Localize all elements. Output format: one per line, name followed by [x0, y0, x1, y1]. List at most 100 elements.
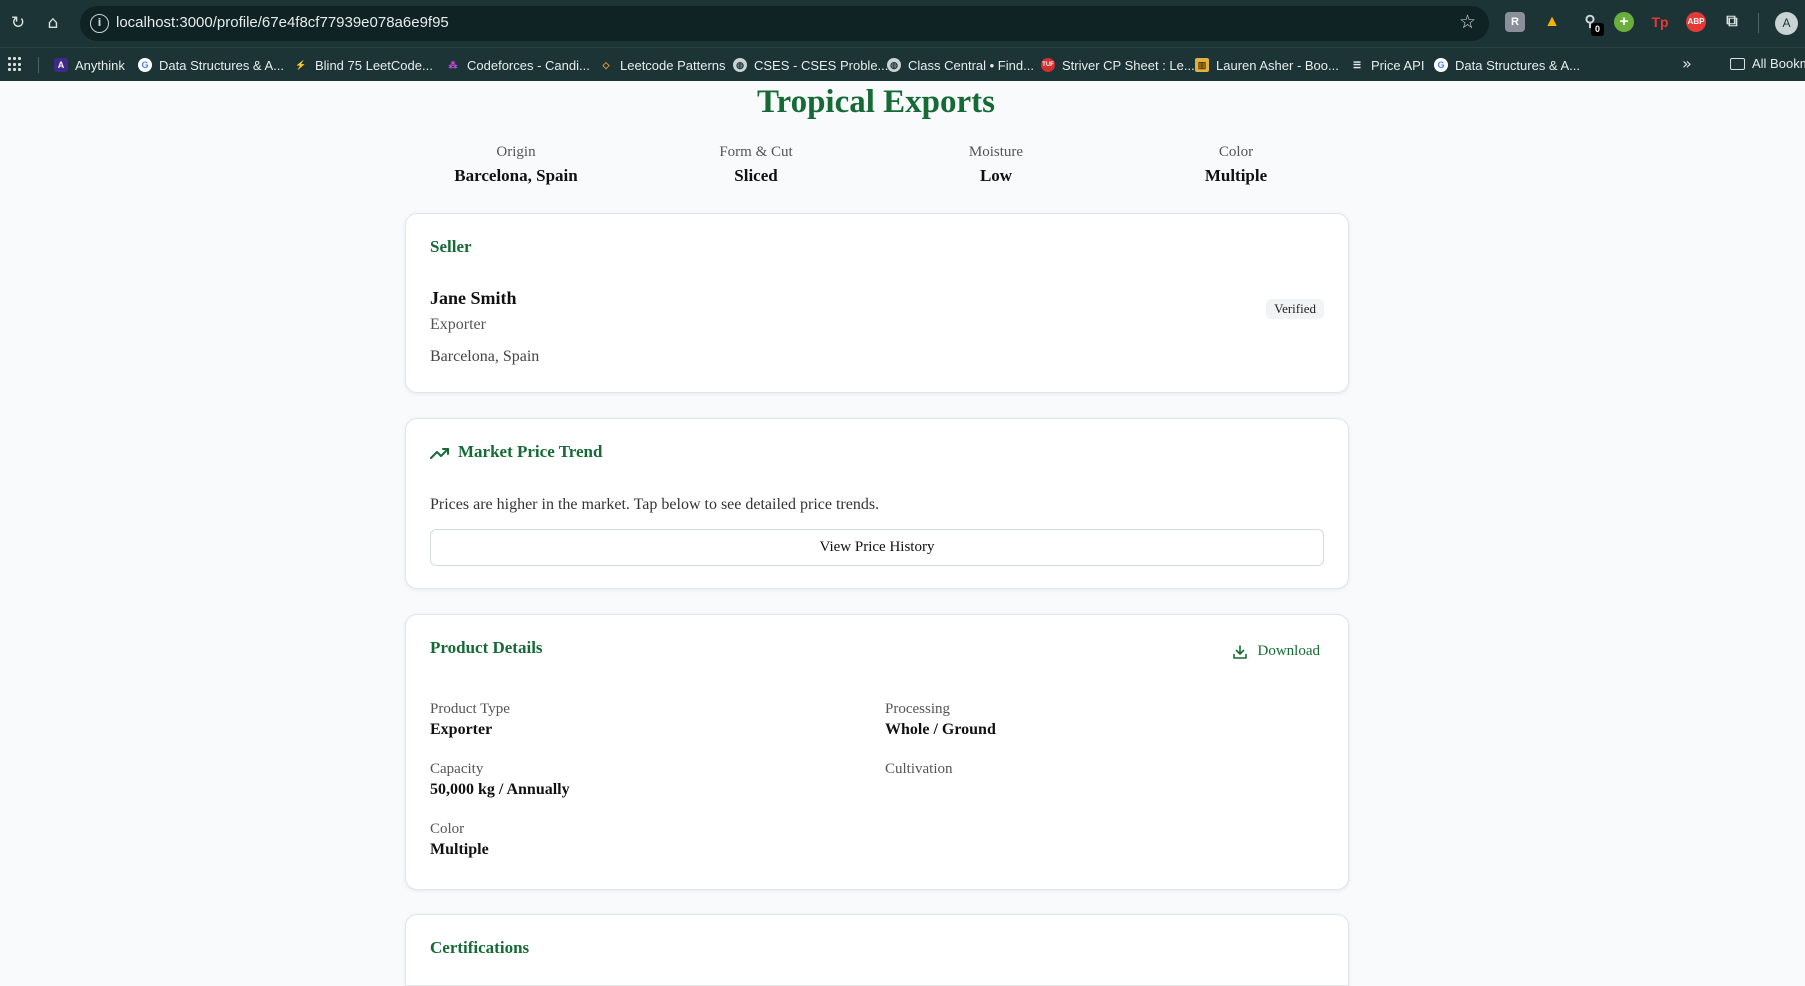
detail-processing: Processing Whole / Ground: [885, 701, 996, 739]
bookmark-label: Data Structures & A...: [1455, 57, 1580, 73]
detail-label: Cultivation: [885, 761, 953, 777]
tuf-favicon-icon: TUF: [1041, 58, 1055, 72]
market-price-card: Market Price Trend Prices are higher in …: [405, 418, 1349, 589]
bookmark-item[interactable]: ◇ Leetcode Patterns: [599, 56, 726, 74]
bookmark-item[interactable]: G Data Structures & A...: [1434, 56, 1580, 74]
folder-icon: [1730, 57, 1745, 70]
seller-heading: Seller: [430, 237, 472, 256]
bookmark-label: Blind 75 LeetCode...: [315, 57, 433, 73]
bookmark-item[interactable]: ⚡ Blind 75 LeetCode...: [294, 56, 433, 74]
bookmark-item[interactable]: G Data Structures & A...: [138, 56, 284, 74]
bookmark-star-icon[interactable]: ☆: [1459, 11, 1476, 33]
seller-role: Exporter: [430, 316, 486, 333]
product-details-card: Product Details Download Product Type Ex…: [405, 614, 1349, 890]
google-favicon-icon: G: [1434, 58, 1448, 72]
detail-label: Capacity: [430, 761, 484, 777]
market-heading: Market Price Trend: [458, 442, 603, 461]
bookmark-item[interactable]: ▥ Lauren Asher - Boo...: [1195, 56, 1339, 74]
browser-toolbar: ↻ ⌂ i localhost:3000/profile/67e4f8cf779…: [0, 0, 1805, 47]
stat-label: Origin: [496, 144, 536, 160]
market-description: Prices are higher in the market. Tap bel…: [430, 496, 880, 513]
stat-label: Color: [1218, 144, 1254, 160]
bookmark-label: Price API: [1371, 57, 1425, 73]
site-info-icon[interactable]: i: [90, 14, 109, 33]
bookmark-label: Lauren Asher - Boo...: [1216, 57, 1339, 73]
extension-icon[interactable]: ⚲ 0: [1580, 12, 1604, 36]
stat-color: Color Multiple: [1116, 144, 1356, 186]
all-bookmarks-label: All Bookm: [1752, 56, 1805, 71]
all-bookmarks-button[interactable]: All Bookm: [1730, 56, 1805, 71]
codeforces-favicon-icon: ⁂: [448, 60, 458, 70]
bookmark-label: Striver CP Sheet : Le...: [1062, 57, 1195, 73]
download-label: Download: [1257, 643, 1321, 659]
bookmark-label: Data Structures & A...: [159, 57, 284, 73]
profile-avatar[interactable]: A: [1775, 12, 1798, 35]
url-text[interactable]: localhost:3000/profile/67e4f8cf77939e078…: [116, 14, 449, 31]
bookmark-item[interactable]: ◍ CSES - CSES Proble...: [733, 56, 888, 74]
stat-value: Low: [979, 166, 1013, 185]
detail-label: Product Type: [430, 701, 510, 717]
stat-value: Multiple: [1204, 166, 1268, 185]
stat-value: Barcelona, Spain: [454, 166, 578, 185]
detail-product-type: Product Type Exporter: [430, 701, 510, 739]
add-icon[interactable]: +: [1614, 12, 1634, 32]
detail-cultivation: Cultivation: [885, 761, 953, 781]
extension-icon[interactable]: R: [1505, 12, 1525, 32]
detail-capacity: Capacity 50,000 kg / Annually: [430, 761, 570, 799]
anythink-favicon-icon: A: [54, 58, 68, 72]
bookmark-label: Codeforces - Candi...: [467, 57, 590, 73]
tp-extension-icon[interactable]: Tp: [1650, 12, 1670, 32]
product-heading: Product Details: [430, 638, 543, 657]
verified-badge: Verified: [1266, 299, 1324, 319]
seller-location: Barcelona, Spain: [430, 348, 540, 365]
stat-label: Form & Cut: [719, 144, 793, 160]
download-button[interactable]: Download: [1232, 643, 1321, 660]
detail-label: Color: [430, 821, 465, 837]
books-favicon-icon: ▥: [1195, 58, 1209, 72]
page-title: Tropical Exports: [756, 84, 996, 120]
bookmarks-bar: A Anythink G Data Structures & A... ⚡ Bl…: [0, 47, 1805, 81]
stat-label: Moisture: [968, 144, 1024, 160]
bookmark-label: Leetcode Patterns: [620, 57, 726, 73]
bookmark-item[interactable]: ☰ Price API: [1350, 56, 1425, 74]
seller-card: Seller Jane Smith Exporter Barcelona, Sp…: [405, 213, 1349, 393]
trending-up-icon: [430, 448, 449, 459]
stat-form-cut: Form & Cut Sliced: [636, 144, 876, 186]
certifications-card: Certifications: [405, 914, 1349, 986]
detail-label: Processing: [885, 701, 950, 717]
view-price-history-button[interactable]: View Price History: [430, 529, 1324, 566]
bookmarks-divider: [38, 57, 39, 73]
bookmark-item[interactable]: TUF Striver CP Sheet : Le...: [1041, 56, 1195, 74]
drive-icon[interactable]: ▲: [1542, 12, 1562, 32]
detail-value: Whole / Ground: [885, 721, 996, 738]
detail-value: Exporter: [430, 721, 493, 738]
google-favicon-icon: G: [138, 58, 152, 72]
detail-value: 50,000 kg / Annually: [430, 781, 570, 798]
extension-badge: 0: [1591, 23, 1604, 36]
seller-name: Jane Smith: [430, 288, 517, 308]
bookmarks-overflow-icon[interactable]: »: [1682, 54, 1692, 73]
certifications-heading: Certifications: [430, 938, 530, 957]
globe-favicon-icon: ◍: [887, 58, 901, 72]
bookmark-item[interactable]: A Anythink: [54, 56, 125, 74]
toolbar-divider: [1758, 13, 1759, 33]
diamond-favicon-icon: ◇: [602, 60, 610, 70]
reload-icon[interactable]: ↻: [7, 12, 29, 34]
apps-grid-icon[interactable]: [8, 57, 23, 72]
stat-value: Sliced: [734, 166, 778, 185]
download-icon: [1232, 644, 1247, 659]
stat-moisture: Moisture Low: [876, 144, 1116, 186]
bookmark-item[interactable]: ◍ Class Central • Find...: [887, 56, 1034, 74]
bookmark-label: Anythink: [75, 57, 125, 73]
detail-color: Color Multiple: [430, 821, 489, 859]
extensions-puzzle-icon[interactable]: ⧉: [1722, 12, 1742, 32]
bookmark-label: CSES - CSES Proble...: [754, 57, 889, 73]
address-bar[interactable]: i localhost:3000/profile/67e4f8cf77939e0…: [80, 6, 1489, 41]
home-icon[interactable]: ⌂: [42, 12, 64, 34]
globe-favicon-icon: ◍: [733, 58, 747, 72]
bolt-favicon-icon: ⚡: [295, 60, 307, 70]
adblock-icon[interactable]: ABP: [1686, 12, 1706, 32]
bookmark-label: Class Central • Find...: [908, 57, 1034, 73]
bookmark-item[interactable]: ⁂ Codeforces - Candi...: [446, 56, 590, 74]
flag-favicon-icon: ☰: [1352, 60, 1362, 70]
